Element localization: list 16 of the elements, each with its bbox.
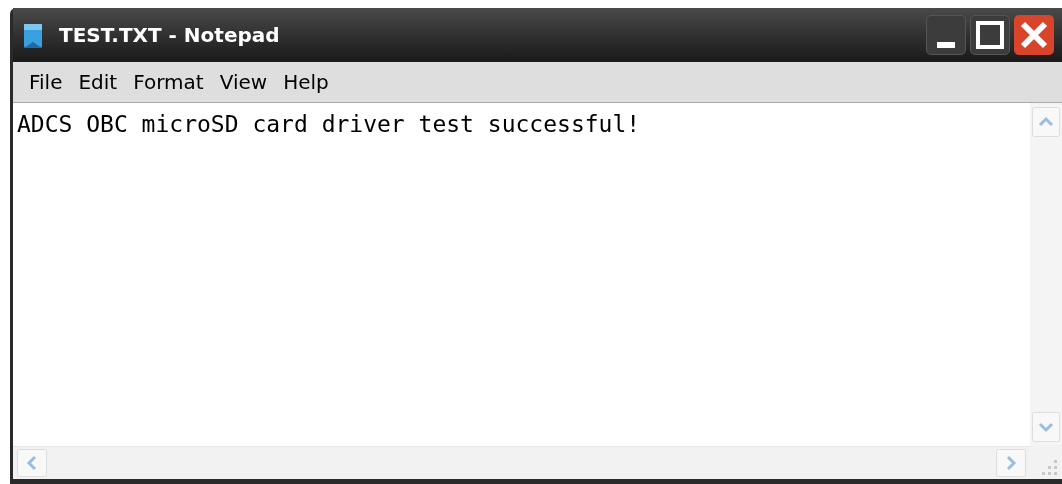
maximize-button[interactable] — [970, 15, 1010, 55]
menu-item[interactable]: File — [23, 67, 69, 97]
menu-item[interactable]: Help — [277, 67, 335, 97]
menu-item[interactable]: View — [213, 67, 274, 97]
document-text: ADCS OBC microSD card driver test successful! — [17, 111, 641, 137]
menu-item[interactable]: Format — [127, 67, 210, 97]
scroll-left-icon[interactable] — [17, 449, 47, 477]
scroll-down-icon[interactable] — [1032, 412, 1060, 442]
window-title: TEST.TXT - Notepad — [59, 22, 280, 49]
scroll-right-icon[interactable] — [996, 449, 1026, 477]
close-button[interactable] — [1014, 15, 1054, 55]
menu-item[interactable]: Edit — [72, 67, 124, 97]
minimize-button[interactable] — [926, 15, 966, 55]
scroll-up-icon[interactable] — [1032, 107, 1060, 137]
horizontal-scrollbar[interactable] — [13, 446, 1030, 479]
vertical-scrollbar[interactable] — [1030, 103, 1062, 446]
